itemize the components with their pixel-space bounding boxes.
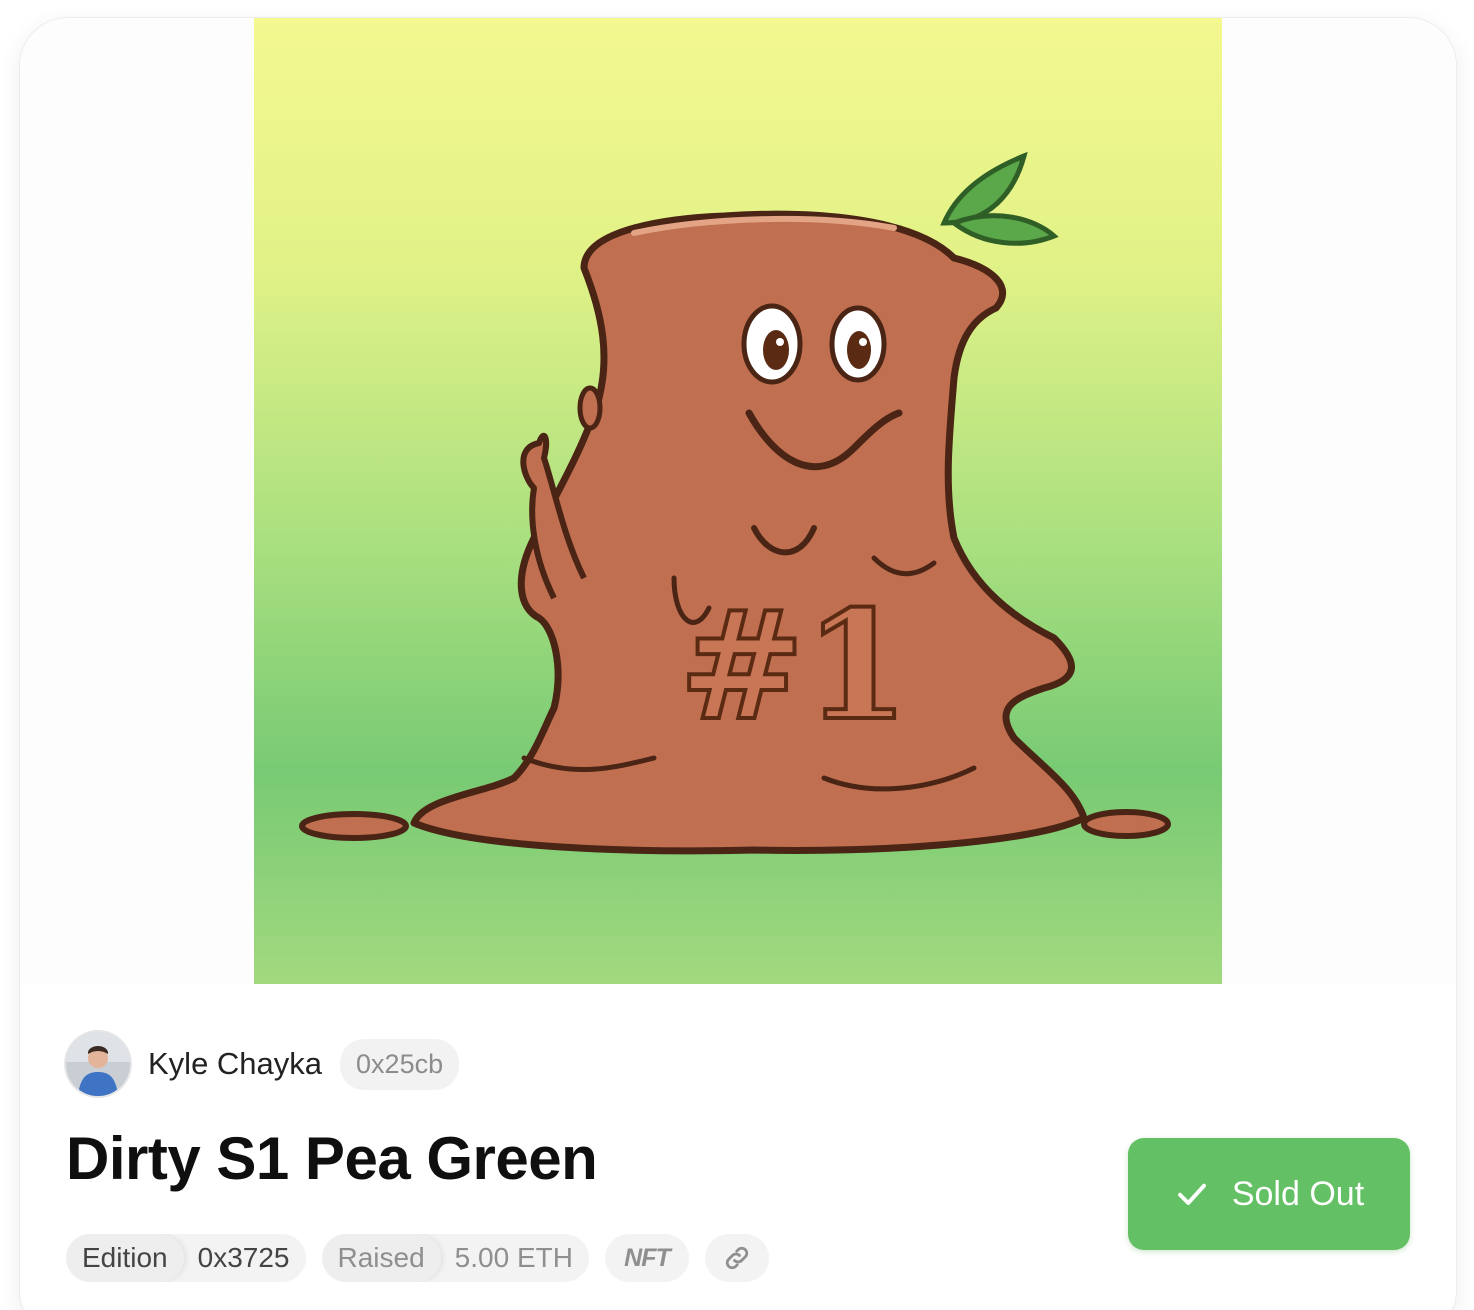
- nft-artwork[interactable]: #1: [254, 18, 1222, 984]
- edition-pill[interactable]: Edition 0x3725: [66, 1234, 306, 1282]
- sold-out-button[interactable]: Sold Out: [1128, 1138, 1410, 1250]
- checkmark-icon: [1177, 1183, 1206, 1205]
- creator-name[interactable]: Kyle Chayka: [148, 1046, 322, 1082]
- creator-avatar[interactable]: [66, 1032, 130, 1096]
- copy-link-button[interactable]: [704, 1234, 769, 1282]
- creator-address-pill[interactable]: 0x25cb: [340, 1038, 460, 1090]
- page: #1 Kyle Chayka 0x25cb Dirty S1 Pea Green…: [0, 0, 1474, 1310]
- meta-row: Edition 0x3725 Raised 5.00 ETH NFT: [66, 1234, 769, 1282]
- artwork-number-text: #1: [679, 578, 909, 754]
- nft-chip[interactable]: NFT: [604, 1234, 689, 1282]
- raised-pill[interactable]: Raised 5.00 ETH: [321, 1234, 589, 1282]
- sold-out-label: Sold Out: [1231, 1174, 1365, 1213]
- nft-title: Dirty S1 Pea Green: [66, 1125, 598, 1192]
- raised-value: 5.00 ETH: [454, 1242, 573, 1273]
- edition-label: Edition: [66, 1234, 184, 1282]
- creator-row: Kyle Chayka 0x25cb: [66, 1032, 460, 1096]
- nft-card: #1 Kyle Chayka 0x25cb Dirty S1 Pea Green…: [20, 18, 1456, 1310]
- media-area: #1: [20, 18, 1456, 984]
- link-icon: [725, 1246, 749, 1270]
- mud-character-illustration: #1: [299, 151, 1171, 855]
- avatar-image: [66, 1032, 130, 1096]
- nft-info-panel: Kyle Chayka 0x25cb Dirty S1 Pea Green Ed…: [20, 984, 1456, 1310]
- raised-label: Raised: [321, 1234, 441, 1282]
- edition-value: 0x3725: [197, 1242, 290, 1273]
